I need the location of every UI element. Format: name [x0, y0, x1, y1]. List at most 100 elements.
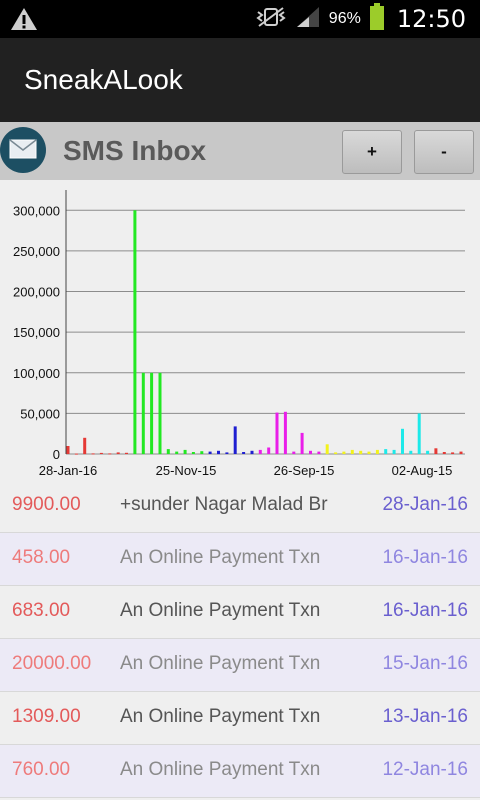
chart-bar [83, 437, 87, 455]
chart-bar [217, 450, 220, 455]
message-date: 13-Jan-16 [382, 706, 468, 727]
y-tick-label: 200,000 [13, 285, 60, 300]
chart-bar [292, 451, 296, 454]
message-date: 16-Jan-16 [382, 547, 468, 568]
y-tick-label: 300,000 [13, 203, 60, 218]
message-description: An Online Payment Txn [120, 547, 321, 568]
chart-bar [300, 432, 304, 454]
chart-bar [317, 451, 321, 454]
y-tick-label: 250,000 [13, 244, 60, 259]
chart-bar [367, 451, 371, 454]
vibrate-icon [255, 6, 287, 33]
message-amount: 9900.00 [12, 494, 81, 515]
zoom-in-button[interactable]: + [342, 130, 402, 174]
message-date: 16-Jan-16 [382, 600, 468, 621]
chart-bar [191, 452, 195, 454]
chart-bar [183, 449, 187, 454]
message-row[interactable]: 1309.00 An Online Payment Txn 13-Jan-16 [0, 692, 480, 745]
chart-bar [99, 452, 103, 454]
app-title: SneakALook [24, 64, 183, 95]
chart-bar [242, 452, 246, 454]
chart-bar [325, 444, 329, 455]
chart-bar [74, 453, 78, 455]
x-tick-label: 02-Aug-15 [392, 463, 453, 478]
chart-bar [141, 372, 145, 455]
chart-bar [91, 453, 95, 455]
chart-bar [275, 412, 279, 454]
message-amount: 683.00 [12, 600, 71, 621]
message-amount: 20000.00 [12, 653, 92, 674]
message-date: 15-Jan-16 [382, 653, 468, 674]
chart-bar [225, 452, 229, 454]
message-description: An Online Payment Txn [120, 653, 321, 674]
chart-bar [258, 449, 262, 454]
clock: 12:50 [396, 5, 466, 33]
chart-bar [309, 450, 312, 455]
chart-bar [426, 450, 430, 455]
chart-bar [66, 446, 70, 454]
chart-bar [409, 450, 413, 455]
inbox-header: SMS Inbox + - [0, 122, 480, 180]
chart-bar [267, 447, 271, 454]
zoom-out-button[interactable]: - [414, 130, 474, 174]
message-row[interactable]: 458.00 An Online Payment Txn 16-Jan-16 [0, 533, 480, 586]
chart-bar [359, 450, 363, 455]
message-row[interactable]: 683.00 An Online Payment Txn 16-Jan-16 [0, 586, 480, 639]
chart-bar [200, 451, 204, 454]
signal-icon [295, 5, 321, 34]
message-list: 9900.00 +sunder Nagar Malad Br 28-Jan-16 45… [0, 480, 480, 798]
message-row[interactable]: 9900.00 +sunder Nagar Malad Br 28-Jan-16 [0, 480, 480, 533]
action-bar: SneakALook [0, 38, 480, 122]
chart-bar [150, 372, 154, 455]
message-amount: 1309.00 [12, 706, 81, 727]
chart-bar [375, 449, 379, 454]
inbox-title: SMS Inbox [63, 135, 207, 166]
message-description: An Online Payment Txn [120, 600, 321, 621]
x-tick-label: 25-Nov-15 [156, 463, 217, 478]
chart-bar [401, 428, 404, 454]
x-tick-label: 26-Sep-15 [274, 463, 335, 478]
chart-bar [342, 451, 346, 454]
y-tick-label: 50,000 [20, 406, 60, 421]
battery-icon [369, 2, 385, 36]
chart-bar [459, 451, 463, 454]
chart-bar [392, 449, 396, 454]
sms-amount-chart: 0 50,000 100,000 150,000 200,000 250,000 300,0… [0, 180, 480, 480]
status-bar: 96% 12:50 [0, 0, 480, 38]
warning-icon [10, 6, 38, 37]
chart-bar [116, 452, 120, 454]
message-description: +sunder Nagar Malad Br [120, 494, 328, 515]
chart-bar [158, 372, 162, 455]
chart-bar [166, 449, 170, 454]
chart-bar [108, 453, 112, 455]
message-amount: 760.00 [12, 759, 71, 780]
chart-bar [334, 452, 338, 454]
message-description: An Online Payment Txn [120, 706, 321, 727]
chart-bar [233, 426, 237, 454]
chart-bar [451, 452, 455, 454]
message-date: 28-Jan-16 [382, 494, 468, 515]
message-description: An Online Payment Txn [120, 759, 321, 780]
message-row[interactable]: 760.00 An Online Payment Txn 12-Jan-16 [0, 745, 480, 798]
bar-chart: 0 50,000 100,000 150,000 200,000 250,000 300,0… [13, 190, 465, 478]
chart-bar [125, 452, 128, 454]
chart-bar [384, 449, 388, 454]
chart-bar [417, 413, 421, 454]
y-tick-label: 150,000 [13, 325, 60, 340]
chart-bar [175, 451, 179, 454]
message-date: 12-Jan-16 [382, 759, 468, 780]
y-tick-label: 0 [53, 447, 60, 462]
chart-bar [250, 450, 254, 455]
envelope-icon [0, 127, 46, 173]
chart-bar [208, 451, 212, 454]
battery-percent: 96% [328, 10, 361, 27]
chart-bar [350, 449, 354, 454]
chart-bar [133, 210, 137, 455]
y-tick-label: 100,000 [13, 366, 60, 381]
chart-bar [283, 411, 287, 455]
message-amount: 458.00 [12, 547, 71, 568]
chart-bar [434, 448, 438, 454]
chart-bar [442, 452, 446, 454]
x-tick-label: 28-Jan-16 [39, 463, 98, 478]
message-row[interactable]: 20000.00 An Online Payment Txn 15-Jan-16 [0, 639, 480, 692]
